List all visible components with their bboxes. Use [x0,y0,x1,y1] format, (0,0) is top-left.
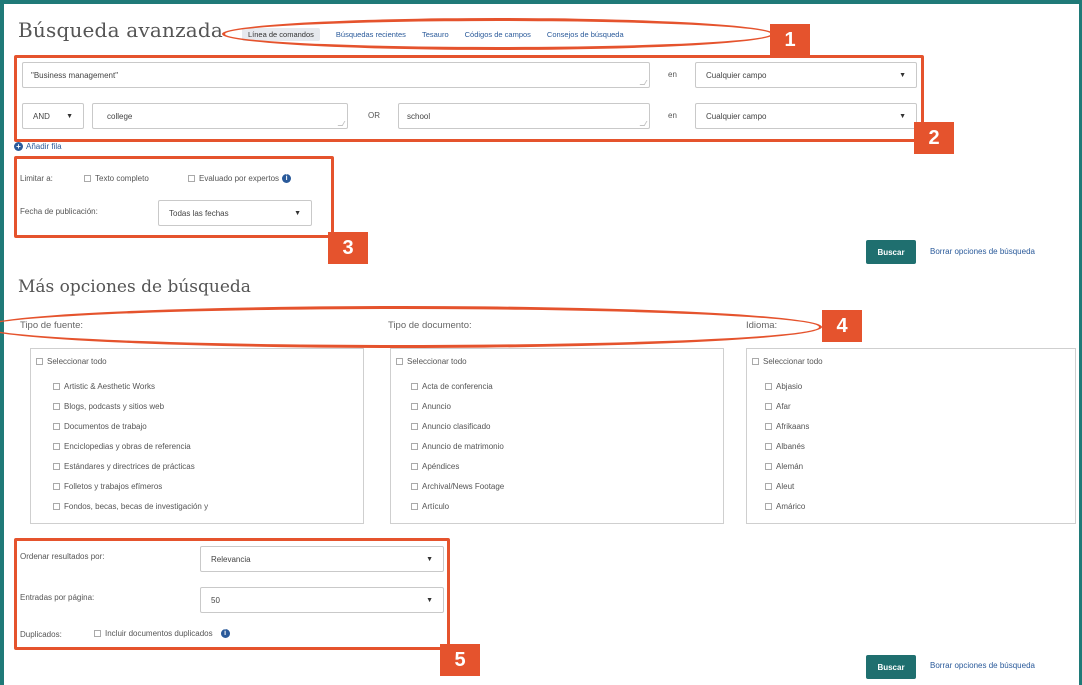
source-item: Blogs, podcasts y sitios web [64,402,165,411]
source-item: Documentos de trabajo [64,422,147,431]
list-item[interactable]: Abjasio [765,382,802,391]
add-row-button[interactable]: + Añadir fila [14,142,62,152]
language-item: Amárico [776,502,806,511]
source-type-list[interactable]: Seleccionar todo Artistic & Aesthetic Wo… [30,348,364,524]
checkbox-icon [765,483,772,491]
source-item: Enciclopedias y obras de referencia [64,442,191,451]
doctype-item: Archival/News Footage [422,482,505,491]
checkbox-icon [53,403,60,411]
source-item: Estándares y directrices de prácticas [64,462,195,471]
list-item[interactable]: Seleccionar todo [36,357,107,366]
language-item: Afar [776,402,791,411]
checkbox-icon [53,503,60,511]
annotation-oval-4 [0,306,822,348]
page-title: Búsqueda avanzada [18,18,224,42]
annotation-oval-1 [222,18,774,50]
checkbox-icon [53,383,60,391]
annotation-badge-4: 4 [822,310,862,342]
list-item[interactable]: Afar [765,402,791,411]
doctype-item: Apéndices [422,462,460,471]
list-item[interactable]: Archival/News Footage [411,482,504,491]
list-item[interactable]: Folletos y trabajos efímeros [53,482,162,491]
add-row-label: Añadir fila [26,142,62,151]
list-item[interactable]: Artistic & Aesthetic Works [53,382,155,391]
list-item[interactable]: Artículo [411,502,449,511]
checkbox-icon [396,358,403,366]
doctype-item: Artículo [422,502,450,511]
list-item[interactable]: Anuncio de matrimonio [411,442,504,451]
list-item[interactable]: Seleccionar todo [752,357,823,366]
language-select-all: Seleccionar todo [763,357,823,366]
checkbox-icon [765,443,772,451]
list-item[interactable]: Blogs, podcasts y sitios web [53,402,164,411]
checkbox-icon [53,423,60,431]
checkbox-icon [765,383,772,391]
list-item[interactable]: Albanés [765,442,805,451]
annotation-rect-5 [14,538,450,650]
doctype-item: Anuncio [422,402,451,411]
language-item: Aleut [776,482,795,491]
language-item: Albanés [776,442,805,451]
checkbox-icon [752,358,759,366]
plus-circle-icon: + [14,142,23,152]
list-item[interactable]: Seleccionar todo [396,357,467,366]
list-item[interactable]: Amárico [765,502,805,511]
checkbox-icon [765,463,772,471]
checkbox-icon [411,423,418,431]
annotation-rect-3 [14,156,334,238]
language-list[interactable]: Seleccionar todo Abjasio Afar Afrikaans … [746,348,1076,524]
language-item: Afrikaans [776,422,810,431]
checkbox-icon [411,443,418,451]
source-item: Folletos y trabajos efímeros [64,482,163,491]
checkbox-icon [411,463,418,471]
list-item[interactable]: Fondos, becas, becas de investigación y [53,502,208,511]
list-item[interactable]: Enciclopedias y obras de referencia [53,442,191,451]
source-item: Artistic & Aesthetic Works [64,382,155,391]
checkbox-icon [53,443,60,451]
list-item[interactable]: Documentos de trabajo [53,422,147,431]
checkbox-icon [411,483,418,491]
checkbox-icon [411,383,418,391]
checkbox-icon [411,403,418,411]
doctype-item: Anuncio de matrimonio [422,442,504,451]
language-item: Abjasio [776,382,803,391]
clear-options-link[interactable]: Borrar opciones de búsqueda [930,247,1035,256]
list-item[interactable]: Alemán [765,462,803,471]
doctype-item: Acta de conferencia [422,382,493,391]
checkbox-icon [765,503,772,511]
list-item[interactable]: Acta de conferencia [411,382,493,391]
list-item[interactable]: Apéndices [411,462,459,471]
language-item: Alemán [776,462,804,471]
search-button-bottom[interactable]: Buscar [866,655,916,679]
checkbox-icon [765,423,772,431]
doc-type-list[interactable]: Seleccionar todo Acta de conferencia Anu… [390,348,724,524]
list-item[interactable]: Estándares y directrices de prácticas [53,462,195,471]
annotation-badge-1: 1 [770,24,810,56]
list-item[interactable]: Anuncio clasificado [411,422,490,431]
list-item[interactable]: Aleut [765,482,794,491]
more-options-title: Más opciones de búsqueda [18,277,251,297]
source-item: Fondos, becas, becas de investigación y [64,502,209,511]
checkbox-icon [53,463,60,471]
checkbox-icon [36,358,43,366]
search-button[interactable]: Buscar [866,240,916,264]
source-select-all: Seleccionar todo [47,357,107,366]
doctype-item: Anuncio clasificado [422,422,491,431]
annotation-badge-3: 3 [328,232,368,264]
checkbox-icon [765,403,772,411]
checkbox-icon [411,503,418,511]
list-item[interactable]: Anuncio [411,402,451,411]
checkbox-icon [53,483,60,491]
annotation-badge-5: 5 [440,644,480,676]
clear-options-link-bottom[interactable]: Borrar opciones de búsqueda [930,661,1035,670]
annotation-rect-2 [14,55,924,142]
annotation-badge-2: 2 [914,122,954,154]
list-item[interactable]: Afrikaans [765,422,809,431]
doctype-select-all: Seleccionar todo [407,357,467,366]
